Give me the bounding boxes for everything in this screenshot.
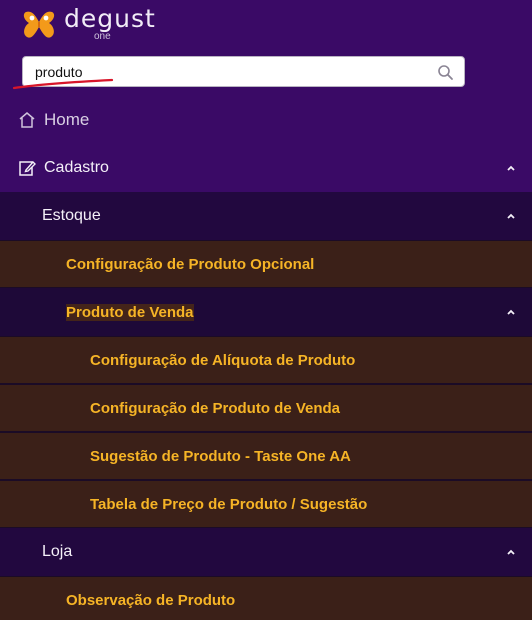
menu-item-home[interactable]: Home — [0, 96, 532, 144]
menu-item-cadastro[interactable]: Cadastro — [0, 144, 532, 192]
chevron-up-icon[interactable] — [506, 308, 516, 316]
menu-item-cadastro-label: Cadastro — [44, 159, 109, 176]
menu-item-config-aliquota-label: Configuração de Alíquota de Produto — [90, 351, 356, 369]
menu-item-config-produto-venda-label: Configuração de Produto de Venda — [90, 399, 341, 417]
menu-item-sugestao-label: Sugestão de Produto - Taste One AA — [90, 447, 351, 465]
search-input[interactable] — [35, 63, 425, 81]
menu-item-config-produto-opcional-label: Configuração de Produto Opcional — [66, 255, 315, 273]
menu-item-observacao[interactable]: Observação de Produto — [0, 576, 532, 620]
brand-logo[interactable]: degust one — [20, 6, 156, 44]
menu-item-loja-label: Loja — [42, 543, 73, 560]
brand-name: degust — [64, 4, 156, 33]
search-icon[interactable] — [437, 64, 454, 81]
chevron-up-icon[interactable] — [506, 164, 516, 172]
chevron-up-icon[interactable] — [506, 548, 516, 556]
menu-item-tabela-preco-label: Tabela de Preço de Produto / Sugestão — [90, 495, 368, 513]
menu-item-estoque[interactable]: Estoque — [0, 192, 532, 240]
edit-icon — [19, 160, 36, 176]
menu-item-produto-de-venda-label: Produto de Venda — [66, 303, 194, 321]
home-icon — [19, 112, 35, 128]
app-header: degust one — [0, 0, 532, 96]
menu-item-config-produto-venda[interactable]: Configuração de Produto de Venda — [0, 384, 532, 432]
logo-icon — [23, 11, 55, 38]
menu-item-config-aliquota[interactable]: Configuração de Alíquota de Produto — [0, 336, 532, 384]
brand-text: degust one — [64, 6, 156, 42]
menu-item-home-label: Home — [44, 110, 90, 129]
chevron-up-icon[interactable] — [506, 212, 516, 220]
search-box[interactable] — [22, 56, 465, 87]
menu-item-produto-de-venda[interactable]: Produto de Venda — [0, 288, 532, 336]
menu-item-loja[interactable]: Loja — [0, 528, 532, 576]
menu-item-estoque-label: Estoque — [42, 207, 101, 224]
brand-sub: one — [94, 31, 111, 42]
menu-item-sugestao[interactable]: Sugestão de Produto - Taste One AA — [0, 432, 532, 480]
menu-item-config-produto-opcional[interactable]: Configuração de Produto Opcional — [0, 240, 532, 288]
menu-item-tabela-preco[interactable]: Tabela de Preço de Produto / Sugestão — [0, 480, 532, 528]
menu-item-observacao-label: Observação de Produto — [66, 591, 236, 609]
